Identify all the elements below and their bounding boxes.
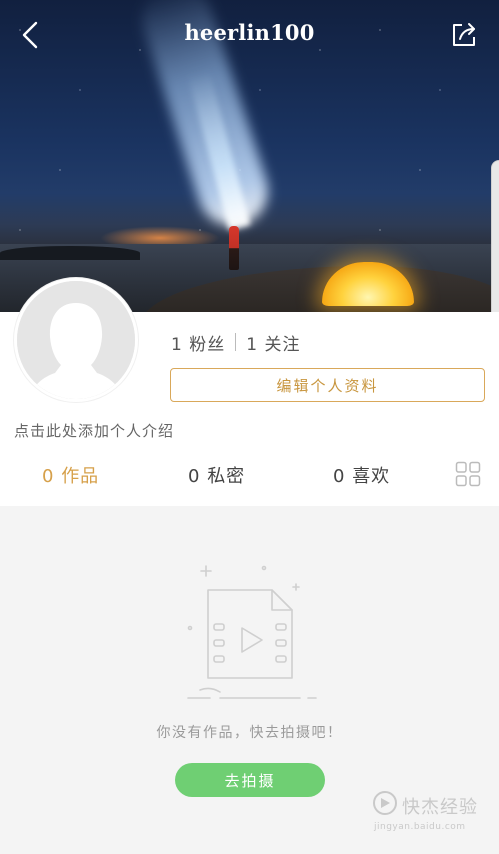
watermark-text: 快杰经验 bbox=[402, 797, 478, 818]
following-label: 关注 bbox=[264, 334, 301, 355]
follow-stats: 1 粉丝 1 关注 bbox=[171, 330, 300, 355]
default-avatar-icon bbox=[17, 281, 135, 399]
fans-stat[interactable]: 1 粉丝 bbox=[171, 330, 225, 355]
cover-image bbox=[0, 0, 499, 312]
avatar[interactable] bbox=[14, 278, 138, 402]
grid-icon bbox=[455, 461, 481, 487]
fans-label: 粉丝 bbox=[189, 334, 226, 355]
following-count: 1 bbox=[246, 334, 259, 355]
grid-view-button[interactable] bbox=[455, 461, 481, 487]
back-button[interactable] bbox=[16, 20, 44, 50]
empty-video-illustration bbox=[180, 560, 320, 710]
tab-label: 作品 bbox=[61, 466, 100, 487]
tab-count: 0 bbox=[333, 466, 346, 487]
share-icon bbox=[453, 23, 475, 46]
tab-likes[interactable]: 0 喜欢 bbox=[333, 462, 390, 488]
watermark-url: jingyan.baidu.com bbox=[374, 822, 466, 832]
video-file-icon bbox=[187, 565, 317, 699]
following-stat[interactable]: 1 关注 bbox=[246, 330, 300, 355]
tab-count: 0 bbox=[188, 466, 201, 487]
share-button[interactable] bbox=[449, 20, 479, 50]
intro-placeholder[interactable]: 点击此处添加个人介绍 bbox=[14, 420, 174, 441]
go-shoot-button[interactable]: 去拍摄 bbox=[175, 763, 325, 797]
stats-divider bbox=[235, 333, 237, 351]
empty-message: 你没有作品，快去拍摄吧！ bbox=[156, 725, 343, 741]
tab-private[interactable]: 0 私密 bbox=[188, 462, 245, 488]
island bbox=[0, 246, 140, 260]
person-silhouette bbox=[229, 226, 239, 270]
tab-count: 0 bbox=[42, 466, 55, 487]
tab-works[interactable]: 0 作品 bbox=[42, 462, 99, 488]
watermark: 快杰经验 jingyan.baidu.com bbox=[372, 790, 492, 840]
tab-label: 私密 bbox=[207, 466, 246, 487]
edit-profile-button[interactable]: 编辑个人资料 bbox=[170, 368, 485, 402]
tab-label: 喜欢 bbox=[352, 466, 391, 487]
fans-count: 1 bbox=[171, 334, 183, 355]
watermark-logo-icon bbox=[373, 791, 397, 815]
back-arrow-icon bbox=[22, 21, 38, 49]
